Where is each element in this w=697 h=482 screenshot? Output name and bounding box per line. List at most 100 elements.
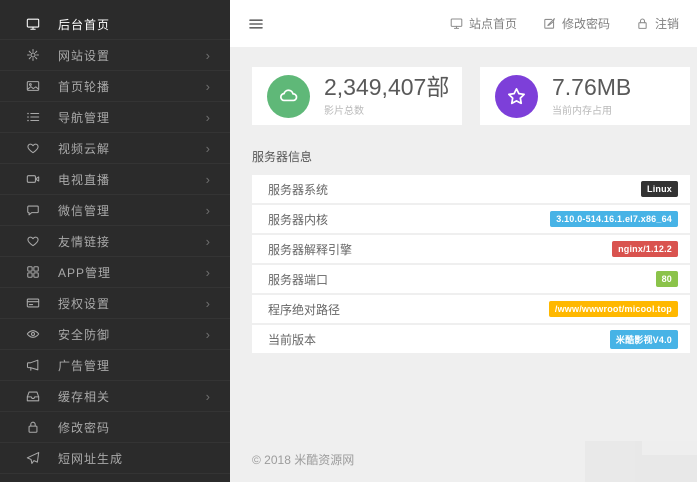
paper-plane-icon	[25, 451, 40, 466]
sidebar-item-friend-links[interactable]: 友情链接 ›	[0, 226, 230, 257]
sidebar-item-tv-live[interactable]: 电视直播 ›	[0, 164, 230, 195]
sidebar-item-site-settings[interactable]: 网站设置 ›	[0, 40, 230, 71]
sidebar-item-app-management[interactable]: APP管理 ›	[0, 257, 230, 288]
app-grid-icon	[25, 265, 40, 280]
server-info-panel: 服务器系统 Linux 服务器内核 3.10.0-514.16.1.el7.x8…	[252, 175, 690, 353]
sidebar-item-cache[interactable]: 缓存相关 ›	[0, 381, 230, 412]
sidebar-item-label: 电视直播	[58, 171, 110, 188]
top-header: 站点首页 修改密码 注销	[230, 0, 697, 47]
main-area: 站点首页 修改密码 注销 2,349,4	[230, 0, 697, 482]
server-row-label: 服务器系统	[268, 181, 328, 198]
chevron-right-icon: ›	[206, 235, 210, 248]
server-row-label: 服务器内核	[268, 211, 328, 228]
heart-icon	[25, 141, 40, 156]
stat-card-text: 7.76MB 当前内存占用	[552, 75, 631, 116]
status-badge: Linux	[641, 181, 678, 197]
server-row-label: 服务器端口	[268, 271, 328, 288]
header-link-label: 注销	[655, 15, 679, 32]
chevron-right-icon: ›	[206, 173, 210, 186]
sidebar-item-label: 缓存相关	[58, 388, 110, 405]
chevron-right-icon: ›	[206, 328, 210, 341]
chevron-right-icon: ›	[206, 142, 210, 155]
server-row-label: 服务器解释引擎	[268, 241, 352, 258]
sidebar-item-video-cloud[interactable]: 视频云解 ›	[0, 133, 230, 164]
sidebar-item-short-url[interactable]: 短网址生成	[0, 443, 230, 474]
server-row-version: 当前版本 米酷影视V4.0	[252, 325, 690, 353]
header-link-site-home[interactable]: 站点首页	[450, 15, 517, 32]
chevron-right-icon: ›	[206, 80, 210, 93]
stat-card-text: 2,349,407部 影片总数	[324, 75, 449, 116]
sidebar-item-label: 视频云解	[58, 140, 110, 157]
stat-cards: 2,349,407部 影片总数 7.76MB 当前内存占用	[252, 67, 690, 125]
card-icon	[25, 296, 40, 311]
status-badge: 米酷影视V4.0	[610, 330, 678, 349]
content-area: 2,349,407部 影片总数 7.76MB 当前内存占用 服务器信息	[230, 47, 697, 482]
chevron-right-icon: ›	[206, 111, 210, 124]
nav-list-icon	[25, 110, 40, 125]
server-row-system: 服务器系统 Linux	[252, 175, 690, 203]
sidebar-item-security-defense[interactable]: 安全防御 ›	[0, 319, 230, 350]
admin-dashboard: 后台首页 网站设置 › 首页轮播 › 导航管理 › 视频云解 › 电视直播 ›	[0, 0, 697, 482]
sidebar-item-label: 首页轮播	[58, 78, 110, 95]
star-icon	[495, 75, 538, 118]
status-badge: 80	[656, 271, 678, 287]
sidebar-item-wechat-management[interactable]: 微信管理 ›	[0, 195, 230, 226]
chevron-right-icon: ›	[206, 49, 210, 62]
lock-icon	[636, 17, 650, 31]
sidebar-item-label: 修改密码	[58, 419, 110, 436]
sidebar-item-label: 安全防御	[58, 326, 110, 343]
stat-value: 7.76MB	[552, 75, 631, 99]
eye-icon	[25, 327, 40, 342]
sidebar-item-authorization-settings[interactable]: 授权设置 ›	[0, 288, 230, 319]
watermark-block	[585, 441, 697, 482]
header-link-change-password[interactable]: 修改密码	[543, 15, 610, 32]
status-badge: /www/wwwroot/micool.top	[549, 301, 678, 317]
header-link-label: 修改密码	[562, 15, 610, 32]
stat-card-memory-usage: 7.76MB 当前内存占用	[480, 67, 690, 125]
stat-label: 影片总数	[324, 102, 449, 117]
lock-icon	[25, 420, 40, 435]
carousel-icon	[25, 79, 40, 94]
tv-icon	[25, 172, 40, 187]
chevron-right-icon: ›	[206, 297, 210, 310]
server-info-title: 服务器信息	[252, 148, 690, 165]
megaphone-icon	[25, 358, 40, 373]
chat-icon	[25, 203, 40, 218]
server-row-path: 程序绝对路径 /www/wwwroot/micool.top	[252, 295, 690, 323]
monitor-icon	[25, 17, 40, 32]
header-link-logout[interactable]: 注销	[636, 15, 679, 32]
server-row-engine: 服务器解释引擎 nginx/1.12.2	[252, 235, 690, 263]
gear-icon	[25, 48, 40, 63]
monitor-icon	[450, 17, 464, 31]
sidebar-item-label: APP管理	[58, 264, 111, 281]
copyright-text: © 2018 米酷资源网	[252, 451, 354, 468]
sidebar-item-change-password[interactable]: 修改密码	[0, 412, 230, 443]
stat-value: 2,349,407部	[324, 75, 449, 99]
cloud-icon	[267, 75, 310, 118]
chevron-right-icon: ›	[206, 204, 210, 217]
sidebar-item-home-carousel[interactable]: 首页轮播 ›	[0, 71, 230, 102]
edit-icon	[543, 17, 557, 31]
header-links: 站点首页 修改密码 注销	[450, 15, 687, 32]
sidebar-item-label: 短网址生成	[58, 450, 123, 467]
sidebar-item-label: 友情链接	[58, 233, 110, 250]
chevron-right-icon: ›	[206, 266, 210, 279]
sidebar-item-label: 微信管理	[58, 202, 110, 219]
server-row-port: 服务器端口 80	[252, 265, 690, 293]
sidebar-item-dashboard[interactable]: 后台首页	[0, 9, 230, 40]
server-row-label: 当前版本	[268, 331, 316, 348]
sidebar-item-label: 授权设置	[58, 295, 110, 312]
sidebar: 后台首页 网站设置 › 首页轮播 › 导航管理 › 视频云解 › 电视直播 ›	[0, 0, 230, 482]
heart-icon	[25, 234, 40, 249]
stat-card-total-films: 2,349,407部 影片总数	[252, 67, 462, 125]
cache-box-icon	[25, 389, 40, 404]
stat-label: 当前内存占用	[552, 102, 631, 117]
sidebar-item-label: 广告管理	[58, 357, 110, 374]
status-badge: 3.10.0-514.16.1.el7.x86_64	[550, 211, 678, 227]
sidebar-item-label: 网站设置	[58, 47, 110, 64]
sidebar-item-nav-management[interactable]: 导航管理 ›	[0, 102, 230, 133]
sidebar-item-label: 后台首页	[58, 16, 110, 33]
hamburger-menu-icon[interactable]	[248, 16, 264, 32]
sidebar-item-ad-management[interactable]: 广告管理	[0, 350, 230, 381]
header-link-label: 站点首页	[469, 15, 517, 32]
